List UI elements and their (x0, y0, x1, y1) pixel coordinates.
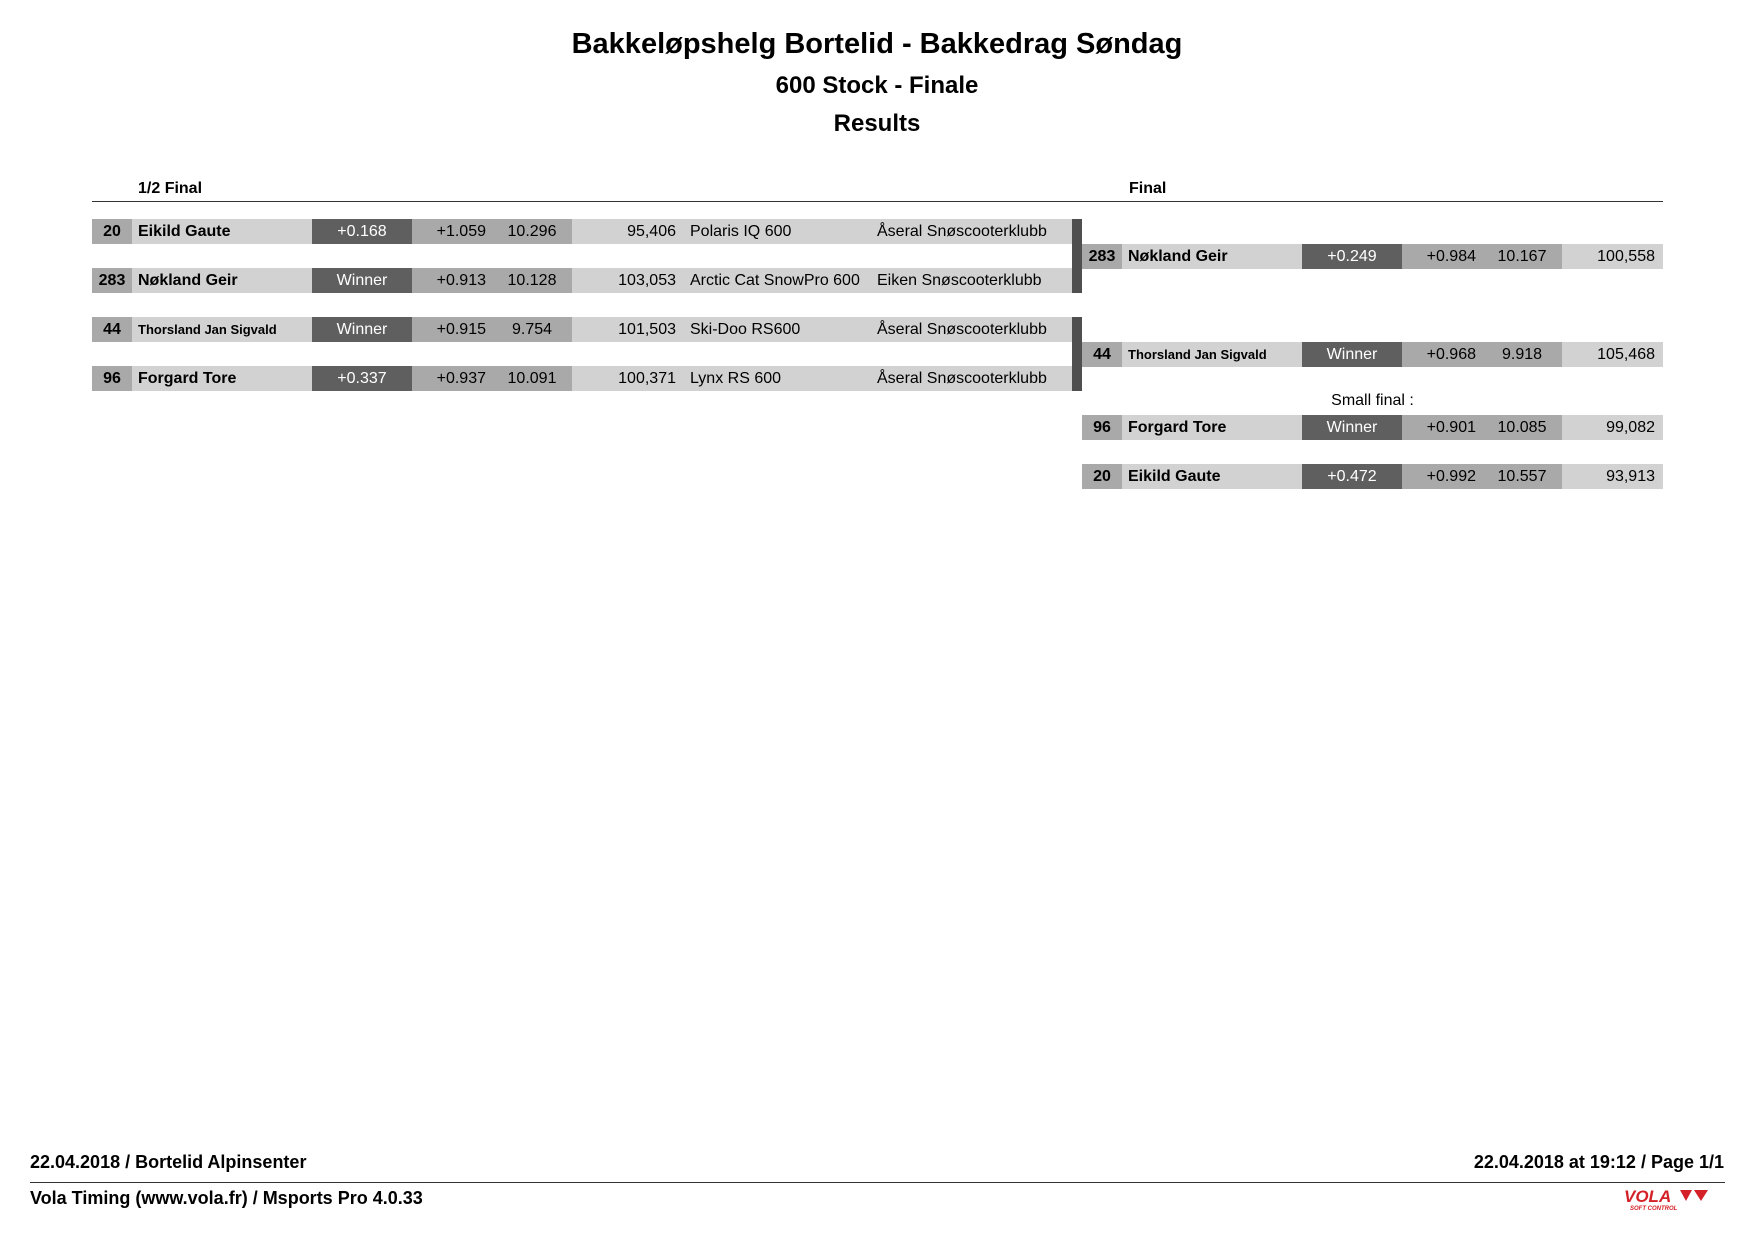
speed-value: 99,082 (1562, 415, 1663, 440)
final-label: Final (1129, 180, 1167, 197)
speed-value: 100,558 (1562, 244, 1663, 269)
footer-timestamp-page: 22.04.2018 at 19:12 / Page 1/1 (1473, 1152, 1724, 1172)
reaction-time: +0.984 (1402, 244, 1482, 269)
speed-value: 103,053 (572, 268, 684, 293)
semi-row: 283 Nøkland Geir Winner +0.913 10.128 10… (92, 268, 1072, 293)
run-time: 10.296 (492, 219, 572, 244)
result-value: +0.337 (312, 366, 412, 391)
rider-name: Nøkland Geir (1122, 244, 1302, 269)
semi-row: 20 Eikild Gaute +0.168 +1.059 10.296 95,… (92, 219, 1072, 244)
bib-number: 44 (1082, 342, 1122, 367)
run-time: 9.918 (1482, 342, 1562, 367)
result-value: +0.249 (1302, 244, 1402, 269)
speed-value: 93,913 (1562, 464, 1663, 489)
vola-logo-text: VOLA (1624, 1187, 1671, 1206)
small-final-row: 96 Forgard Tore Winner +0.901 10.085 99,… (1082, 415, 1663, 440)
club-name: Åseral Snøscooterklubb (869, 366, 1072, 391)
speed-value: 95,406 (572, 219, 684, 244)
small-final-row: 20 Eikild Gaute +0.472 +0.992 10.557 93,… (1082, 464, 1663, 489)
club-name: Åseral Snøscooterklubb (869, 219, 1072, 244)
speed-value: 105,468 (1562, 342, 1663, 367)
vola-logo-subtext: SOFT CONTROL (1630, 1206, 1678, 1212)
bib-number: 20 (92, 219, 132, 244)
bib-number: 96 (92, 366, 132, 391)
reaction-time: +0.915 (412, 317, 492, 342)
club-name: Eiken Snøscooterklubb (869, 268, 1072, 293)
rider-name: Forgard Tore (1122, 415, 1302, 440)
result-value: +0.168 (312, 219, 412, 244)
run-time: 10.128 (492, 268, 572, 293)
result-value: Winner (1302, 415, 1402, 440)
semi-row: 96 Forgard Tore +0.337 +0.937 10.091 100… (92, 366, 1072, 391)
run-time: 10.167 (1482, 244, 1562, 269)
rider-name: Eikild Gaute (1122, 464, 1302, 489)
header-divider (92, 201, 1663, 202)
page-subtitle: 600 Stock - Finale (775, 72, 979, 99)
bib-number: 96 (1082, 415, 1122, 440)
small-final-label: Small final : (1331, 392, 1414, 409)
reaction-time: +0.992 (1402, 464, 1482, 489)
bib-number: 20 (1082, 464, 1122, 489)
footer-date-venue: 22.04.2018 / Bortelid Alpinsenter (30, 1152, 307, 1172)
machine-name: Ski-Doo RS600 (684, 317, 884, 342)
run-time: 9.754 (492, 317, 572, 342)
bib-number: 283 (92, 268, 132, 293)
speed-value: 101,503 (572, 317, 684, 342)
rider-name: Thorsland Jan Sigvald (1122, 342, 1302, 367)
reaction-time: +0.913 (412, 268, 492, 293)
footer-divider (30, 1182, 1725, 1183)
bracket-connector (1072, 219, 1082, 293)
semi-final-label: 1/2 Final (138, 180, 203, 197)
result-value: Winner (312, 268, 412, 293)
semi-row: 44 Thorsland Jan Sigvald Winner +0.915 9… (92, 317, 1072, 342)
result-value: +0.472 (1302, 464, 1402, 489)
machine-name: Arctic Cat SnowPro 600 (684, 268, 884, 293)
vola-logo: VOLA SOFT CONTROL (1624, 1187, 1708, 1212)
final-row: 44 Thorsland Jan Sigvald Winner +0.968 9… (1082, 342, 1663, 367)
club-name: Åseral Snøscooterklubb (869, 317, 1072, 342)
result-value: Winner (312, 317, 412, 342)
run-time: 10.085 (1482, 415, 1562, 440)
reaction-time: +1.059 (412, 219, 492, 244)
run-time: 10.557 (1482, 464, 1562, 489)
reaction-time: +0.937 (412, 366, 492, 391)
final-row: 283 Nøkland Geir +0.249 +0.984 10.167 10… (1082, 244, 1663, 269)
bracket-connector (1072, 317, 1082, 391)
reaction-time: +0.901 (1402, 415, 1482, 440)
footer-software: Vola Timing (www.vola.fr) / Msports Pro … (30, 1188, 423, 1208)
reaction-time: +0.968 (1402, 342, 1482, 367)
vola-logo-mark (1680, 1190, 1708, 1201)
machine-name: Polaris IQ 600 (684, 219, 884, 244)
bib-number: 44 (92, 317, 132, 342)
speed-value: 100,371 (572, 366, 684, 391)
result-value: Winner (1302, 342, 1402, 367)
results-heading: Results (833, 110, 921, 137)
page-title: Bakkeløpshelg Bortelid - Bakkedrag Sønda… (571, 28, 1183, 60)
run-time: 10.091 (492, 366, 572, 391)
machine-name: Lynx RS 600 (684, 366, 884, 391)
bib-number: 283 (1082, 244, 1122, 269)
